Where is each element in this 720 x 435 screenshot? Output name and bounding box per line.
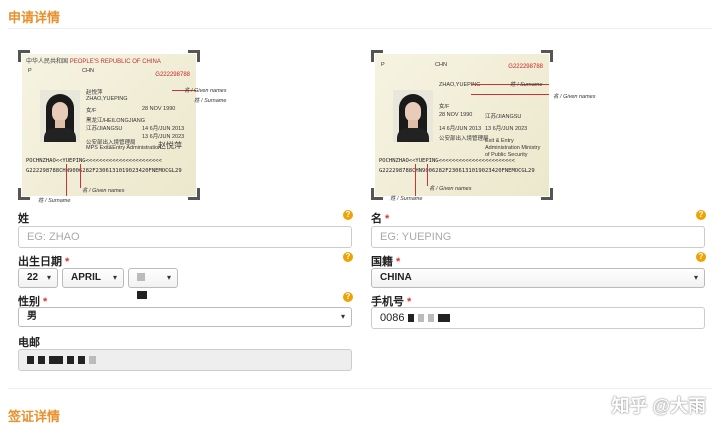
passport-issue-place: 江苏/JIANGSU <box>485 114 522 120</box>
passport-country: CHN <box>82 68 94 74</box>
redacted-value <box>137 273 145 282</box>
given-name-input[interactable]: EG: YUEPING <box>371 226 705 248</box>
divider <box>8 28 712 29</box>
redacted-value <box>78 356 85 365</box>
passport-signature: 赵悦萍 <box>158 141 182 150</box>
dob-month-select[interactable]: APRIL ▾ <box>62 268 124 288</box>
passport-sex: 女/F <box>86 108 97 114</box>
passport-mrz-line-2: G222298788CHN9006282F2306131019023420FNE… <box>379 168 535 174</box>
passport-example-2: P CHN G222298788 ZHAO,YUEPING 女/F 28 NOV… <box>371 50 553 200</box>
redacted-value <box>89 356 96 365</box>
redacted-value <box>27 356 34 365</box>
passport-expiry-date: 13 6月/JUN 2023 <box>485 126 528 132</box>
annotation-surname-side: 姓 / Surname <box>510 82 543 88</box>
chevron-down-icon: ▾ <box>112 273 117 282</box>
help-icon[interactable]: ? <box>696 210 706 220</box>
email-label: 电邮 <box>18 337 40 349</box>
redacted-value <box>67 356 74 365</box>
passport-issue-place: 江苏/JIANGSU <box>86 126 123 132</box>
section-title-visa: 签证详情 <box>8 409 61 424</box>
passport-authority-en: Exit & Entry Administration Ministry of … <box>485 138 541 158</box>
chevron-down-icon: ▾ <box>46 273 51 282</box>
redacted-value <box>49 356 63 365</box>
dob-label: 出生日期 * <box>18 256 70 268</box>
divider <box>8 388 712 389</box>
chevron-down-icon: ▾ <box>693 273 698 282</box>
passport-issue-date: 14 6月/JUN 2013 <box>439 126 482 132</box>
passport-mrz-line-1: POCHNZHAO<<YUEPING<<<<<<<<<<<<<<<<<<<<<<… <box>379 158 515 164</box>
gender-select[interactable]: 男 ▾ <box>18 307 352 327</box>
passport-country: CHN <box>435 62 447 68</box>
annotation-given-names-side: 名 / Given names <box>184 88 227 94</box>
passport-example-1: 中华人民共和国 PEOPLE'S REPUBLIC OF CHINA P CHN… <box>18 50 200 200</box>
watermark: 知乎 @大雨 <box>611 396 706 416</box>
redacted-value <box>437 314 450 323</box>
help-icon[interactable]: ? <box>696 252 706 262</box>
redacted-value <box>407 314 414 323</box>
help-icon[interactable]: ? <box>343 292 353 302</box>
chevron-down-icon: ▾ <box>166 273 171 282</box>
help-icon[interactable]: ? <box>343 252 353 262</box>
phone-prefix: 0086 <box>380 312 405 324</box>
passport-number: G222298788 <box>508 64 543 70</box>
help-icon[interactable]: ? <box>343 210 353 220</box>
section-title-application: 申请详情 <box>8 10 61 25</box>
nationality-select[interactable]: CHINA ▾ <box>371 268 705 288</box>
passport-birthplace: 黑龙江/HEILONGJIANG <box>86 118 145 124</box>
passport-mrz-line-2: G222298788CHN9006282F2306131019023420FNE… <box>26 168 182 174</box>
annotation-surname-bottom: 姓 / Surname <box>390 196 423 202</box>
passport-name-pinyin: ZHAO,YUEPING <box>439 82 481 88</box>
surname-input[interactable]: EG: ZHAO <box>18 226 352 248</box>
passport-mrz-line-1: POCHNZHAO<<YUEPING<<<<<<<<<<<<<<<<<<<<<<… <box>26 158 162 164</box>
dob-year-select[interactable]: ▾ <box>128 268 178 300</box>
annotation-given-names-side: 名 / Given names <box>553 94 596 100</box>
annotation-given-names: 名 / Given names <box>429 186 472 192</box>
annotation-surname-bottom: 姓 / Surname <box>38 198 71 204</box>
passport-authority-cn: 公安部出入境管理局 <box>439 136 489 142</box>
passport-authority-en: MPS Exit&Entry Administration <box>86 145 162 151</box>
redacted-value <box>427 314 434 323</box>
annotation-given-names: 名 / Given names <box>82 188 125 194</box>
passport-sex: 女/F <box>439 104 450 110</box>
redacted-value <box>38 356 45 365</box>
passport-header-en: PEOPLE'S REPUBLIC OF CHINA <box>69 59 161 65</box>
passport-number: G222298788 <box>155 72 190 78</box>
passport-type: P <box>381 62 385 68</box>
email-field[interactable] <box>18 349 352 371</box>
chevron-down-icon: ▾ <box>340 312 345 321</box>
dob-day-select[interactable]: 22 ▾ <box>18 268 58 288</box>
surname-label: 姓 <box>18 213 29 225</box>
redacted-value <box>137 291 147 300</box>
passport-type: P <box>28 68 32 74</box>
passport-dob: 28 NOV 1990 <box>142 106 176 112</box>
passport-photo <box>393 90 433 142</box>
nationality-label: 国籍 * <box>371 256 401 268</box>
given-name-label: 名 * <box>371 213 390 225</box>
passport-photo <box>40 90 80 142</box>
passport-expiry-date: 13 6月/JUN 2023 <box>142 134 185 140</box>
passport-header-cn: 中华人民共和国 <box>26 59 69 65</box>
redacted-value <box>417 314 424 323</box>
passport-name-pinyin: ZHAO,YUEPING <box>86 96 128 102</box>
annotation-surname-side: 姓 / Surname <box>194 98 227 104</box>
passport-dob: 28 NOV 1990 <box>439 112 473 118</box>
passport-issue-date: 14 6月/JUN 2013 <box>142 126 185 132</box>
phone-input[interactable]: 0086 <box>371 307 705 329</box>
